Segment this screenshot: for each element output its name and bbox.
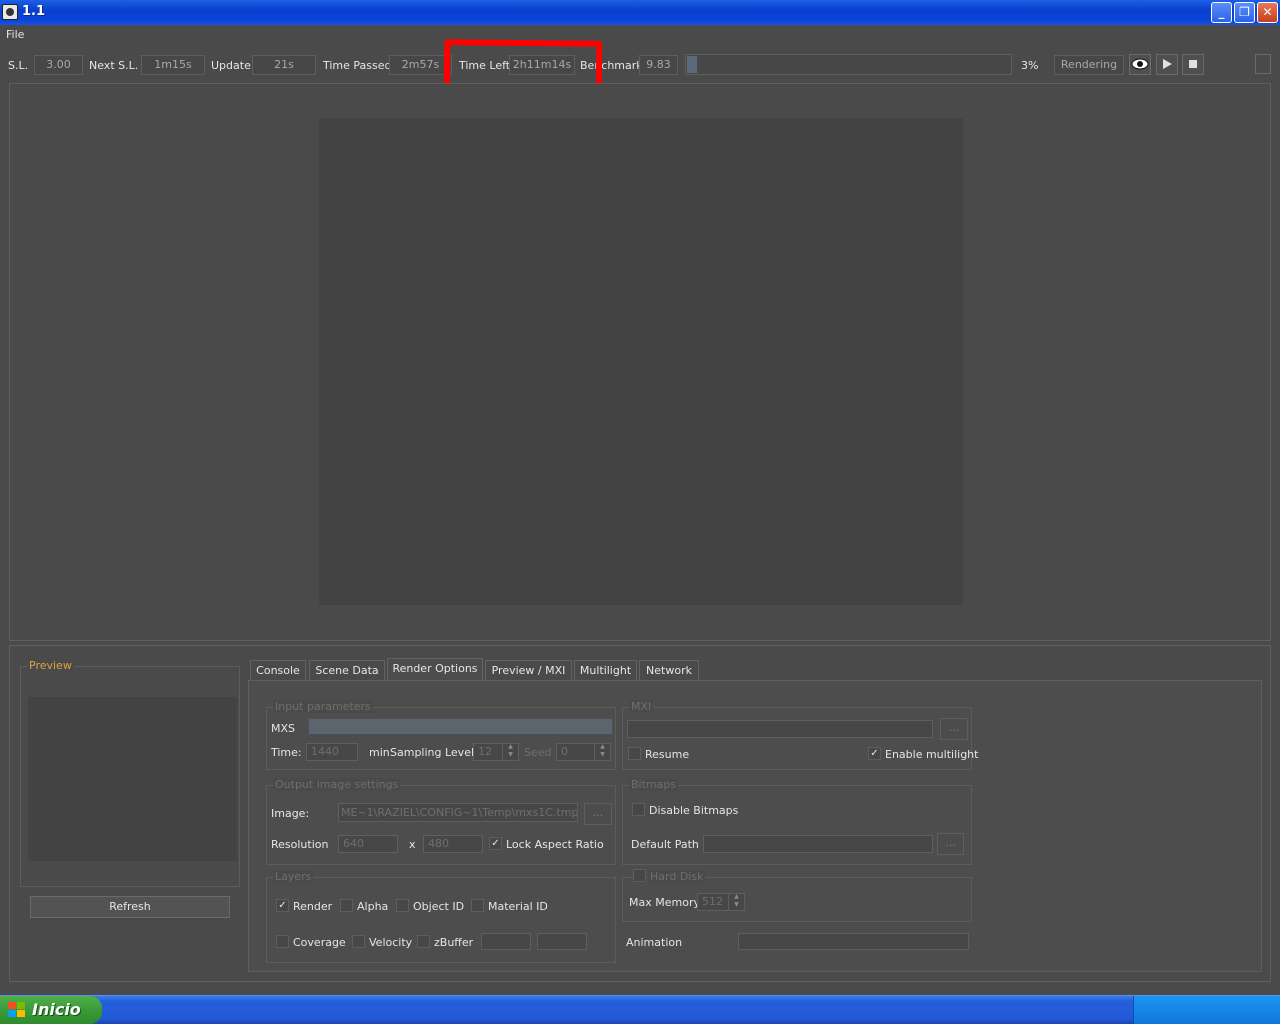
mxi-browse-button[interactable]: ... (940, 718, 968, 740)
material-id-checkbox[interactable] (471, 899, 484, 912)
time-label: Time: (271, 746, 302, 759)
alpha-layer-checkbox[interactable] (340, 899, 353, 912)
zbuffer-min-field[interactable] (481, 933, 531, 950)
app-icon[interactable] (2, 4, 18, 20)
image-path-field[interactable]: ME~1\RAZIEL\CONFIG~1\Temp\mxs1C.tmp.tga (338, 803, 578, 822)
next-sl-field: 1m15s (141, 55, 205, 75)
mxs-path-field[interactable] (308, 718, 613, 735)
image-label: Image: (271, 807, 310, 820)
window-title: 1.1 (22, 4, 46, 19)
animation-label: Animation (626, 936, 683, 949)
resolution-height-input[interactable]: 480 (423, 835, 483, 853)
sampling-level-spinner[interactable]: ▲ ▼ (502, 743, 518, 761)
default-path-field[interactable] (703, 835, 933, 853)
time-input[interactable]: 1440 (306, 743, 358, 761)
default-path-label: Default Path (631, 838, 699, 851)
next-sl-label: Next S.L. (89, 59, 139, 72)
close-button[interactable]: ✕ (1257, 2, 1278, 23)
tab-network[interactable]: Network (639, 660, 699, 680)
preview-image (28, 697, 237, 861)
minimize-button[interactable]: _ (1211, 2, 1232, 23)
render-layer-label: Render (293, 900, 333, 913)
windows-flag-icon (8, 1002, 26, 1018)
tab-render-options[interactable]: Render Options (387, 658, 483, 681)
refresh-button[interactable]: Refresh (30, 896, 230, 918)
resume-label: Resume (645, 748, 690, 761)
enable-multilight-label: Enable multilight (885, 748, 979, 761)
mxi-path-field[interactable] (627, 720, 933, 738)
enable-multilight-checkbox[interactable]: ✓ (868, 747, 881, 760)
time-passed-field: 2m57s (389, 55, 452, 75)
sl-label: S.L. (8, 59, 29, 72)
seed-label: Seed (524, 746, 552, 759)
hard-disk-title: Hard Disk (648, 870, 706, 883)
coverage-checkbox[interactable] (276, 935, 289, 948)
layers-title: Layers (273, 870, 314, 883)
disable-bitmaps-checkbox[interactable] (632, 803, 645, 816)
update-label: Update (211, 59, 251, 72)
render-progress-bar (685, 54, 1012, 75)
coverage-label: Coverage (293, 936, 346, 949)
velocity-checkbox[interactable] (352, 935, 365, 948)
layers-group (266, 877, 616, 963)
alpha-layer-label: Alpha (357, 900, 389, 913)
options-toggle[interactable] (1255, 54, 1271, 74)
restore-button[interactable]: ❐ (1234, 2, 1255, 23)
sl-field: 3.00 (34, 55, 83, 75)
max-memory-spinner[interactable]: ▲ ▼ (728, 893, 744, 911)
bitmaps-group (622, 785, 972, 865)
resume-checkbox[interactable] (628, 747, 641, 760)
resolution-label: Resolution (271, 838, 329, 851)
lock-aspect-label: Lock Aspect Ratio (506, 838, 604, 851)
time-passed-label: Time Passed (323, 59, 392, 72)
lock-aspect-checkbox[interactable]: ✓ (489, 837, 502, 850)
title-bar (0, 0, 1280, 25)
render-canvas (319, 118, 963, 605)
tab-scene-data[interactable]: Scene Data (309, 660, 385, 680)
tab-console[interactable]: Console (250, 660, 306, 680)
menu-file[interactable]: File (6, 28, 24, 41)
default-path-browse-button[interactable]: ... (937, 833, 964, 855)
min-label: min (369, 746, 390, 759)
resolution-width-input[interactable]: 640 (338, 835, 398, 853)
render-layer-checkbox[interactable]: ✓ (276, 899, 289, 912)
stop-icon[interactable] (1182, 54, 1204, 75)
taskbar (0, 995, 1280, 1024)
hard-disk-checkbox[interactable] (633, 869, 646, 882)
zbuffer-label: zBuffer (434, 936, 474, 949)
resolution-x-label: x (409, 838, 416, 851)
object-id-checkbox[interactable] (396, 899, 409, 912)
play-icon[interactable] (1156, 54, 1178, 75)
object-id-label: Object ID (413, 900, 465, 913)
animation-field[interactable] (738, 933, 969, 950)
input-parameters-title: Input parameters (273, 700, 373, 713)
update-field: 21s (252, 55, 316, 75)
progress-percent: 3% (1021, 59, 1039, 72)
zbuffer-max-field[interactable] (537, 933, 587, 950)
zbuffer-checkbox[interactable] (417, 935, 430, 948)
output-image-title: Output image settings (273, 778, 401, 791)
mxi-title: MXI (629, 700, 654, 713)
image-browse-button[interactable]: ... (584, 803, 612, 825)
material-id-label: Material ID (488, 900, 548, 913)
bitmaps-title: Bitmaps (629, 778, 679, 791)
tab-multilight[interactable]: Multilight (574, 660, 637, 680)
preview-title: Preview (27, 659, 74, 672)
velocity-label: Velocity (369, 936, 413, 949)
eye-icon[interactable] (1129, 54, 1151, 75)
system-tray (1133, 996, 1280, 1024)
output-image-group (266, 785, 616, 865)
tab-preview-mxi[interactable]: Preview / MXI (485, 660, 572, 680)
sampling-level-label: Sampling Level (390, 746, 475, 759)
progress-fill (687, 56, 697, 73)
disable-bitmaps-label: Disable Bitmaps (649, 804, 739, 817)
mxs-label: MXS (271, 722, 296, 735)
seed-spinner[interactable]: ▲ ▼ (594, 743, 610, 761)
render-status: Rendering (1054, 55, 1124, 75)
max-memory-label: Max Memory (629, 896, 700, 909)
menu-bar (0, 25, 1280, 45)
benchmark-field: 9.83 (639, 55, 678, 75)
